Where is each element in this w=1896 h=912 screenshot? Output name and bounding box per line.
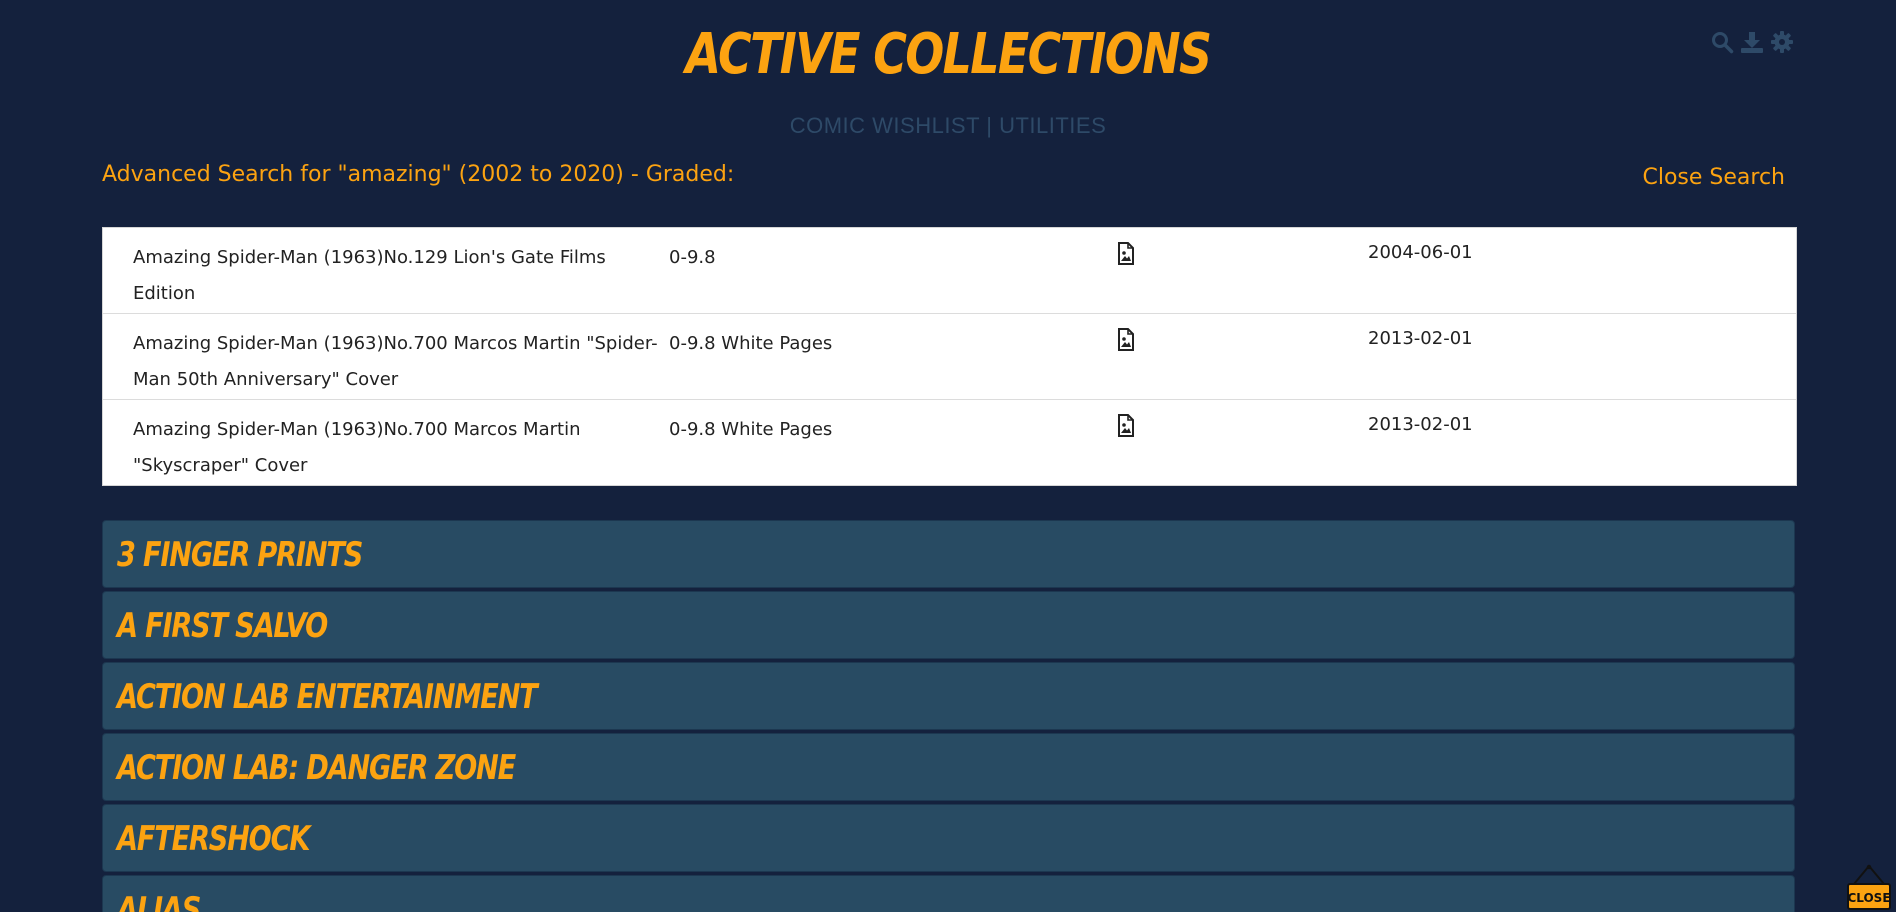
collection-name: Action Lab: Danger Zone (117, 748, 516, 788)
collection-name: 3 Finger Prints (117, 535, 363, 575)
result-grade: 0-9.8 White Pages (669, 333, 833, 354)
close-badge-button[interactable]: CLOSE (1846, 864, 1892, 910)
page-title: Active Collections (685, 22, 1213, 87)
download-icon[interactable] (1740, 30, 1764, 54)
collection-name: A First Salvo (117, 606, 328, 646)
nav-links[interactable]: COMIC WISHLIST | UTILITIES (790, 113, 1107, 138)
search-icon[interactable] (1710, 30, 1734, 54)
collection-name: Alias (117, 890, 201, 912)
result-grade: 0-9.8 (669, 247, 716, 268)
image-file-icon[interactable] (1117, 414, 1135, 438)
table-row[interactable]: Amazing Spider-Man (1963)No.700 Marcos M… (103, 314, 1796, 400)
gear-icon[interactable] (1770, 30, 1794, 54)
image-file-icon[interactable] (1117, 328, 1135, 352)
table-row[interactable]: Amazing Spider-Man (1963)No.700 Marcos M… (103, 400, 1796, 485)
collection-panel[interactable]: 3 Finger Prints (102, 520, 1795, 588)
search-results-table: Amazing Spider-Man (1963)No.129 Lion's G… (102, 227, 1797, 486)
toolbar-icons (1710, 30, 1794, 54)
collection-panel[interactable]: Action Lab Entertainment (102, 662, 1795, 730)
result-title[interactable]: Amazing Spider-Man (1963)No.700 Marcos M… (133, 326, 673, 398)
page: Active Collections COMIC WISHLIST | UTIL… (0, 0, 1896, 912)
result-date: 2013-02-01 (1368, 328, 1473, 349)
collection-panel[interactable]: Aftershock (102, 804, 1795, 872)
collection-panel[interactable]: Action Lab: Danger Zone (102, 733, 1795, 801)
collection-name: Aftershock (117, 819, 310, 859)
collection-name: Action Lab Entertainment (117, 677, 538, 717)
collection-panel[interactable]: A First Salvo (102, 591, 1795, 659)
result-date: 2013-02-01 (1368, 414, 1473, 435)
result-date: 2004-06-01 (1368, 242, 1473, 263)
collection-panel[interactable]: Alias (102, 875, 1795, 912)
result-title[interactable]: Amazing Spider-Man (1963)No.129 Lion's G… (133, 240, 673, 312)
result-grade: 0-9.8 White Pages (669, 419, 833, 440)
result-title[interactable]: Amazing Spider-Man (1963)No.700 Marcos M… (133, 412, 673, 484)
close-badge-label: CLOSE (1847, 891, 1890, 905)
search-heading: Advanced Search for "amazing" (2002 to 2… (102, 162, 735, 187)
close-search-link[interactable]: Close Search (1642, 165, 1785, 190)
table-row[interactable]: Amazing Spider-Man (1963)No.129 Lion's G… (103, 228, 1796, 314)
main-nav[interactable]: COMIC WISHLIST | UTILITIES (0, 113, 1896, 139)
collections-list: 3 Finger Prints A First Salvo Action Lab… (102, 520, 1795, 912)
image-file-icon[interactable] (1117, 242, 1135, 266)
